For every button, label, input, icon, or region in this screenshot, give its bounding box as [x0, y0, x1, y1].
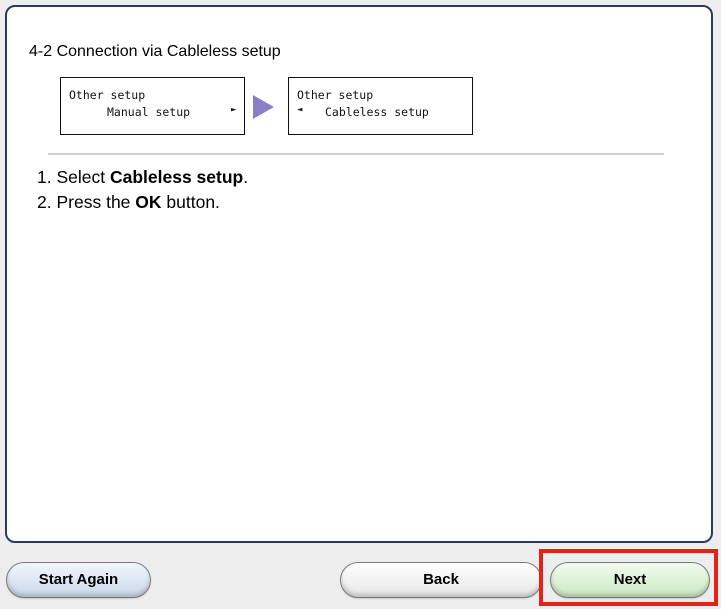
instruction-steps: 1. Select Cableless setup. 2. Press the … [37, 165, 248, 215]
lcd-line-1: Other setup [297, 88, 374, 102]
back-button[interactable]: Back [340, 562, 542, 598]
right-arrow-icon: ► [231, 105, 237, 115]
step-text-end: button. [161, 192, 220, 212]
step-bold-text: OK [135, 192, 162, 212]
lcd-line-2: Cableless setup [325, 105, 429, 119]
content-panel: 4-2 Connection via Cableless setup Other… [5, 5, 713, 543]
step-2: 2. Press the OK button. [37, 190, 248, 215]
lcd-screen-cableless-setup: Other setup ◄ Cableless setup [288, 77, 473, 135]
lcd-line-2: Manual setup [107, 105, 191, 119]
lcd-screen-manual-setup: Other setup Manual setup ► [60, 77, 245, 135]
left-arrow-icon: ◄ [297, 105, 303, 115]
step-text-end: . [243, 167, 249, 187]
step-number: 2. [37, 192, 52, 212]
flow-arrow-icon [253, 95, 274, 119]
step-1: 1. Select Cableless setup. [37, 165, 248, 190]
step-bold-text: Cableless setup [109, 167, 244, 187]
divider [48, 153, 664, 155]
step-text: Select [56, 167, 110, 187]
next-button-highlight [539, 549, 718, 606]
lcd-line-1: Other setup [69, 88, 146, 102]
page-title: 4-2 Connection via Cableless setup [29, 43, 281, 60]
step-text: Press the [56, 192, 136, 212]
step-number: 1. [37, 167, 52, 187]
start-again-button[interactable]: Start Again [6, 562, 151, 598]
